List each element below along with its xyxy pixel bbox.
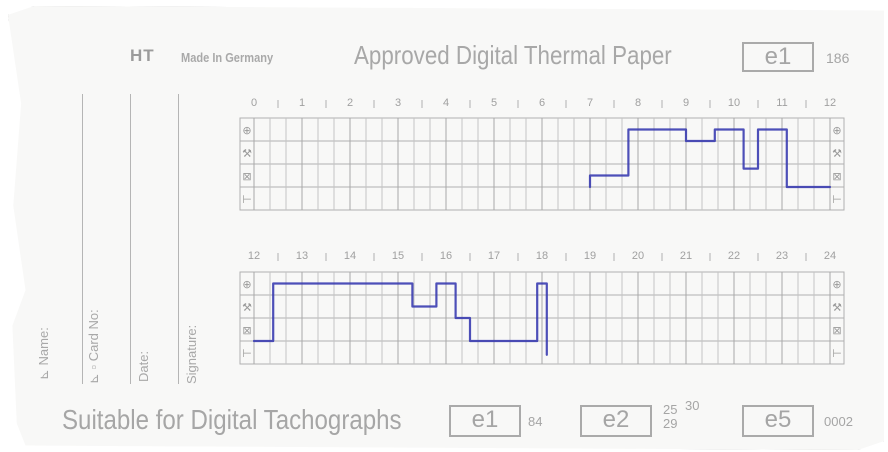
- activity-row-icon: ⊢: [832, 347, 842, 360]
- hour-tick-label: 22: [728, 250, 740, 262]
- hour-tick-label: 2: [347, 97, 353, 109]
- footer-mark2-box: e2: [580, 405, 652, 437]
- activity-row-icon: ⚒: [242, 301, 252, 314]
- hour-tick-label: 3: [395, 97, 401, 109]
- bottom-activity-trace: [252, 282, 548, 356]
- hour-tick-label: 15: [392, 250, 404, 262]
- footer-mark2-number-a: 25: [663, 402, 678, 417]
- footer-mark1-number: 84: [528, 414, 543, 429]
- hour-tick-label: 19: [584, 250, 596, 262]
- hour-tick-label: 10: [728, 97, 740, 109]
- activity-row-icon: ⊕: [242, 124, 251, 137]
- activity-row-icon: ⊕: [242, 278, 251, 291]
- activity-row-icon: ⊢: [242, 347, 252, 360]
- footer-mark3-number: 0002: [824, 414, 853, 429]
- activity-row-icon: ⚒: [832, 147, 842, 160]
- activity-row-icon: ⊠: [242, 324, 251, 337]
- hour-tick-label: 24: [824, 250, 836, 262]
- hour-tick-label: 14: [344, 250, 356, 262]
- activity-row-icon: ⊢: [242, 193, 252, 206]
- activity-row-icon: ⚒: [242, 147, 252, 160]
- top-activity-trace: [588, 128, 832, 189]
- footer-mark2-number-c: 29: [663, 416, 678, 431]
- hour-tick-label: 7: [587, 97, 593, 109]
- hour-tick-label: 16: [440, 250, 452, 262]
- footer-mark1-box: e1: [449, 405, 521, 437]
- activity-row-icon: ⊢: [832, 193, 842, 206]
- hour-tick-label: 4: [443, 97, 449, 109]
- footer-mark2-number-b: 30: [685, 398, 700, 413]
- hour-tick-label: 8: [635, 97, 641, 109]
- activity-row-icon: ⊕: [832, 278, 841, 291]
- hour-tick-label: 12: [824, 97, 836, 109]
- tachograph-chart: 0 1 2 3 4 5 6 7 8 9 10 11 12⊕ ⊕⚒ ⚒⊠ ⊠⊢ ⊢12 13 14 15 16 17 18 19…: [239, 97, 845, 365]
- hour-tick-label: 6: [539, 97, 545, 109]
- footer-mark3-box: e5: [742, 405, 814, 437]
- hour-tick-label: 17: [488, 250, 500, 262]
- hour-tick-label: 0: [251, 97, 257, 109]
- hour-tick-label: 20: [632, 250, 644, 262]
- hour-tick-label: 13: [296, 250, 308, 262]
- activity-row-icon: ⊠: [242, 170, 251, 183]
- hour-tick-label: 11: [776, 97, 787, 109]
- hour-tick-label: 12: [248, 250, 260, 262]
- hour-tick-label: 21: [680, 250, 692, 262]
- suitable-label: Suitable for Digital Tachographs: [62, 404, 402, 435]
- activity-row-icon: ⊠: [832, 324, 841, 337]
- activity-row-icon: ⊠: [832, 170, 841, 183]
- hour-tick-label: 1: [299, 97, 305, 109]
- activity-row-icon: ⚒: [832, 301, 842, 314]
- hour-tick-label: 23: [776, 250, 788, 262]
- hour-tick-label: 18: [536, 250, 548, 262]
- activity-row-icon: ⊕: [832, 124, 841, 137]
- hour-tick-label: 5: [491, 97, 497, 109]
- hour-tick-label: 9: [683, 97, 689, 109]
